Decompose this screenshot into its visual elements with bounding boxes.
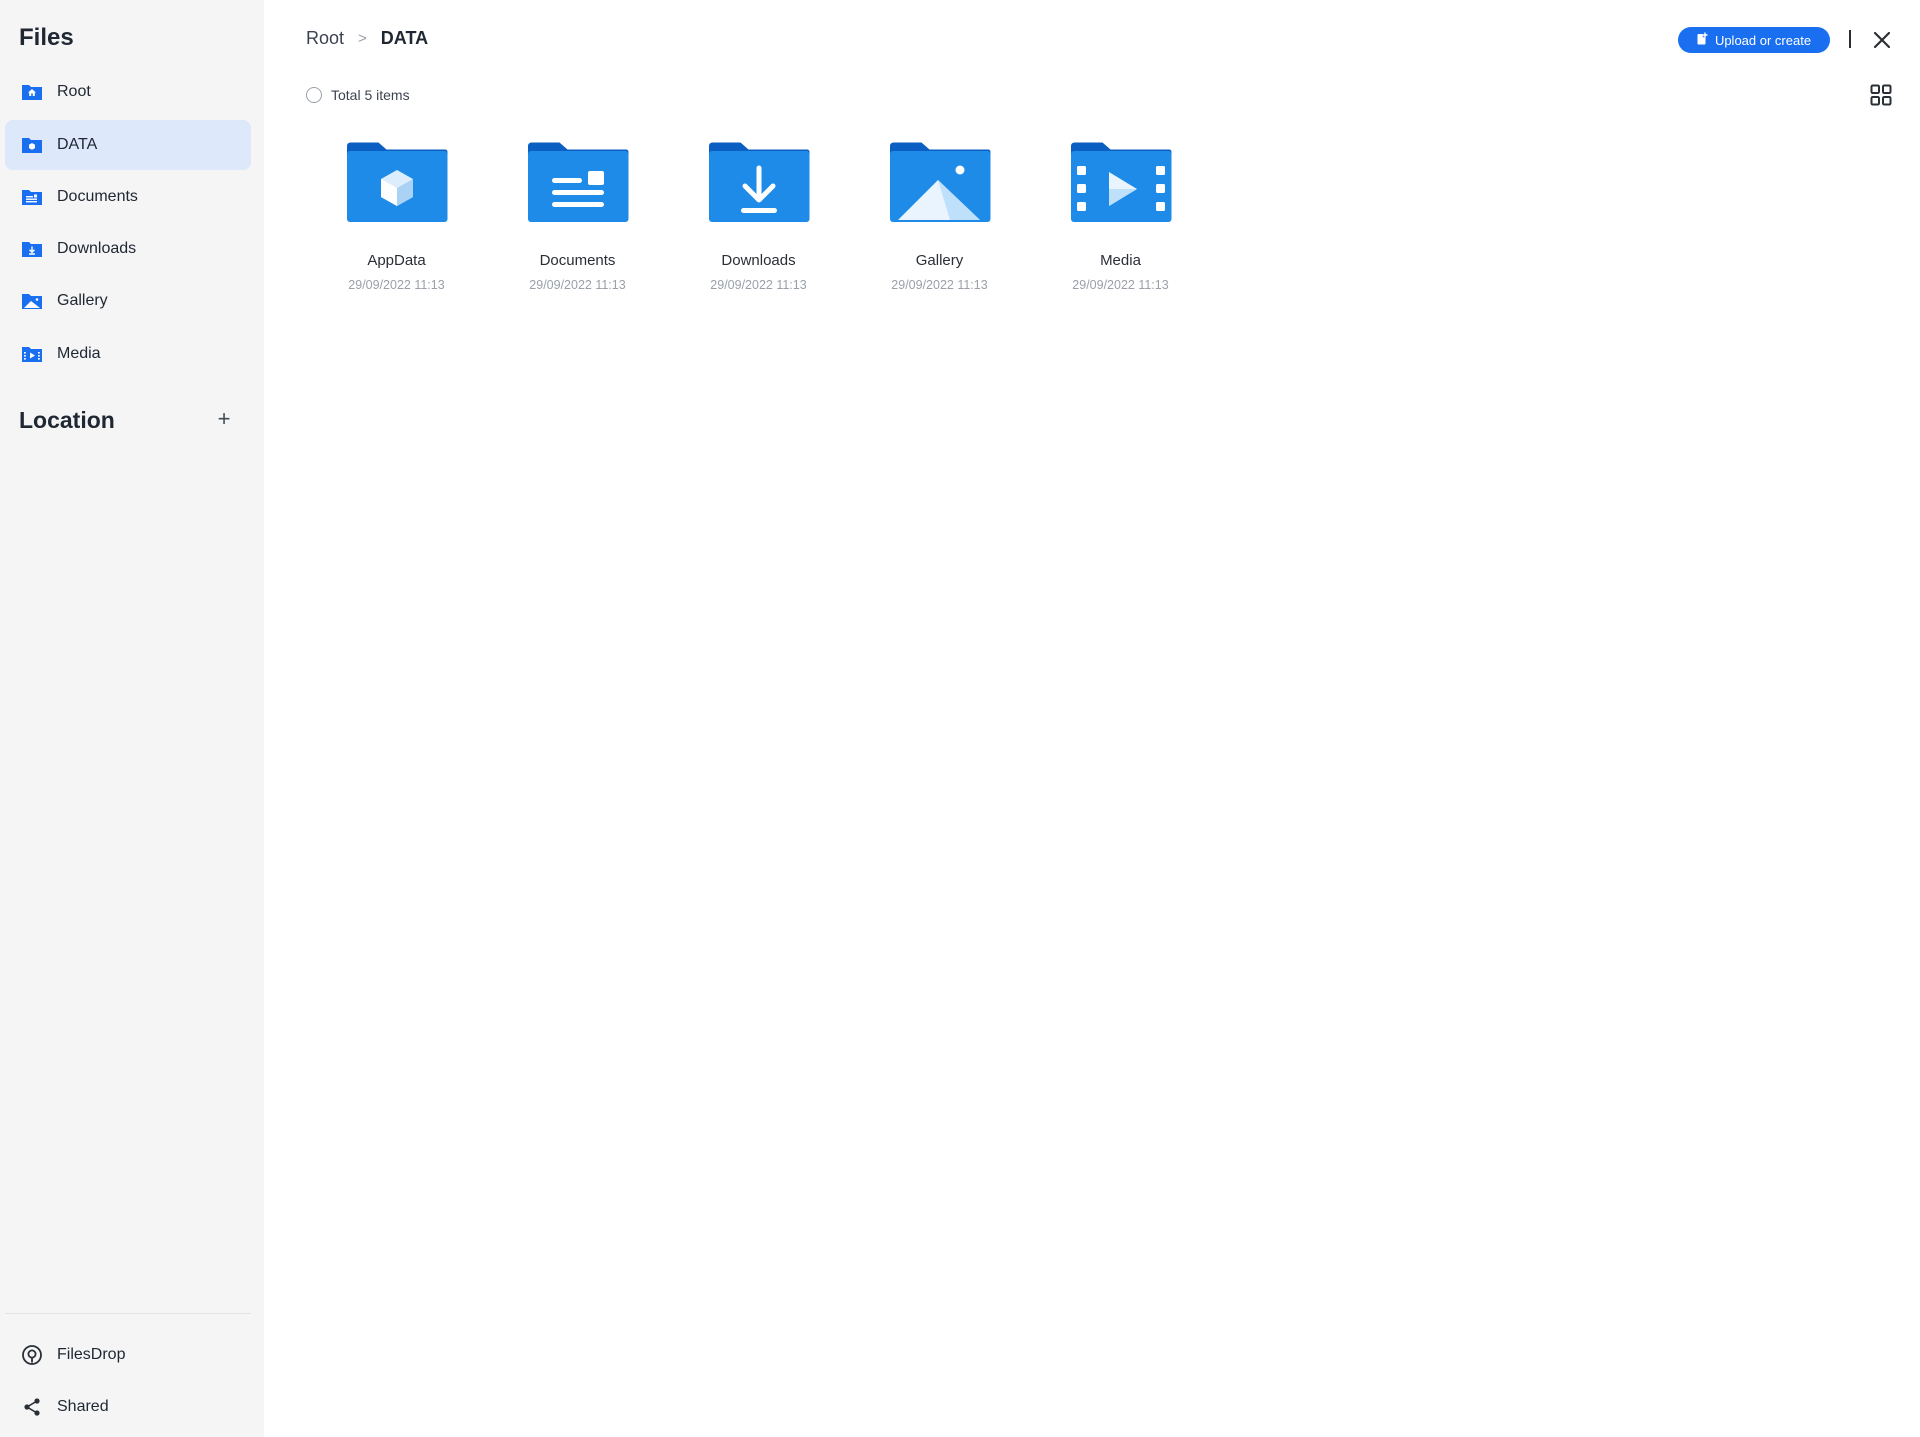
file-date: 29/09/2022 11:13 bbox=[348, 278, 445, 292]
close-button[interactable] bbox=[1870, 28, 1894, 52]
filesdrop-icon bbox=[21, 1345, 43, 1365]
file-item-media[interactable]: Media 29/09/2022 11:13 bbox=[1030, 140, 1211, 292]
file-item-gallery[interactable]: Gallery 29/09/2022 11:13 bbox=[849, 140, 1030, 292]
sidebar-divider bbox=[5, 1313, 251, 1314]
breadcrumb: Root > DATA bbox=[306, 28, 428, 49]
file-name: Downloads bbox=[721, 252, 796, 269]
sidebar-item-label: FilesDrop bbox=[57, 1346, 126, 1363]
sidebar-item-label: DATA bbox=[57, 136, 98, 153]
main-content: Root > DATA Upload or create Total 5 ite… bbox=[264, 0, 1920, 1437]
grid-view-icon bbox=[1870, 84, 1892, 106]
sidebar-item-label: Root bbox=[57, 83, 91, 100]
sidebar-item-root[interactable]: Root bbox=[5, 67, 251, 117]
share-icon bbox=[21, 1397, 43, 1417]
gallery-folder-icon bbox=[21, 291, 43, 311]
select-all-row: Total 5 items bbox=[306, 87, 410, 103]
breadcrumb-current: DATA bbox=[380, 28, 429, 48]
file-grid: AppData 29/09/2022 11:13 Documents 29/09… bbox=[306, 140, 1211, 292]
file-item-appdata[interactable]: AppData 29/09/2022 11:13 bbox=[306, 140, 487, 292]
file-name: Media bbox=[1100, 252, 1141, 269]
breadcrumb-root[interactable]: Root bbox=[306, 28, 344, 49]
home-folder-icon bbox=[21, 82, 43, 102]
sidebar-item-label: Gallery bbox=[57, 292, 108, 309]
sidebar: Files Root DATA Documents Downloads Gall… bbox=[0, 0, 264, 1437]
sidebar-item-label: Documents bbox=[57, 188, 138, 205]
sidebar-title: Files bbox=[19, 24, 74, 51]
close-icon bbox=[1873, 31, 1891, 49]
sidebar-item-filesdrop[interactable]: FilesDrop bbox=[5, 1330, 251, 1380]
downloads-folder-icon bbox=[708, 142, 809, 222]
toolbar-separator bbox=[1849, 30, 1851, 48]
location-section-title: Location bbox=[19, 407, 115, 433]
file-item-documents[interactable]: Documents 29/09/2022 11:13 bbox=[487, 140, 668, 292]
media-folder-icon bbox=[21, 344, 43, 364]
file-name: Gallery bbox=[915, 252, 964, 269]
select-all-radio[interactable] bbox=[306, 87, 322, 103]
sidebar-item-documents[interactable]: Documents bbox=[5, 172, 251, 222]
sidebar-item-data[interactable]: DATA bbox=[5, 120, 251, 170]
documents-folder-icon bbox=[21, 187, 43, 207]
upload-or-create-button[interactable]: Upload or create bbox=[1678, 27, 1830, 53]
appdata-folder-icon bbox=[346, 142, 447, 222]
file-name: AppData bbox=[367, 252, 426, 269]
breadcrumb-separator: > bbox=[358, 30, 367, 47]
sidebar-item-label: Downloads bbox=[57, 240, 137, 257]
file-date: 29/09/2022 11:13 bbox=[710, 278, 807, 292]
documents-folder-icon bbox=[527, 142, 628, 222]
media-folder-icon bbox=[1070, 142, 1171, 222]
sidebar-item-label: Shared bbox=[57, 1398, 109, 1415]
total-items-label: Total 5 items bbox=[331, 87, 410, 103]
file-date: 29/09/2022 11:13 bbox=[529, 278, 626, 292]
sidebar-item-media[interactable]: Media bbox=[5, 329, 251, 379]
file-item-downloads[interactable]: Downloads 29/09/2022 11:13 bbox=[668, 140, 849, 292]
file-name: Documents bbox=[539, 252, 616, 269]
sidebar-item-shared[interactable]: Shared bbox=[5, 1382, 251, 1432]
add-location-button[interactable]: + bbox=[213, 408, 235, 430]
upload-icon bbox=[1697, 32, 1708, 48]
grid-view-button[interactable] bbox=[1870, 84, 1892, 106]
downloads-folder-icon bbox=[21, 239, 43, 259]
gallery-folder-icon bbox=[889, 142, 990, 222]
data-folder-icon bbox=[21, 135, 43, 155]
file-date: 29/09/2022 11:13 bbox=[891, 278, 988, 292]
upload-or-create-label: Upload or create bbox=[1714, 32, 1812, 48]
file-date: 29/09/2022 11:13 bbox=[1072, 278, 1169, 292]
sidebar-item-downloads[interactable]: Downloads bbox=[5, 224, 251, 274]
sidebar-item-label: Media bbox=[57, 345, 101, 362]
sidebar-item-gallery[interactable]: Gallery bbox=[5, 276, 251, 326]
